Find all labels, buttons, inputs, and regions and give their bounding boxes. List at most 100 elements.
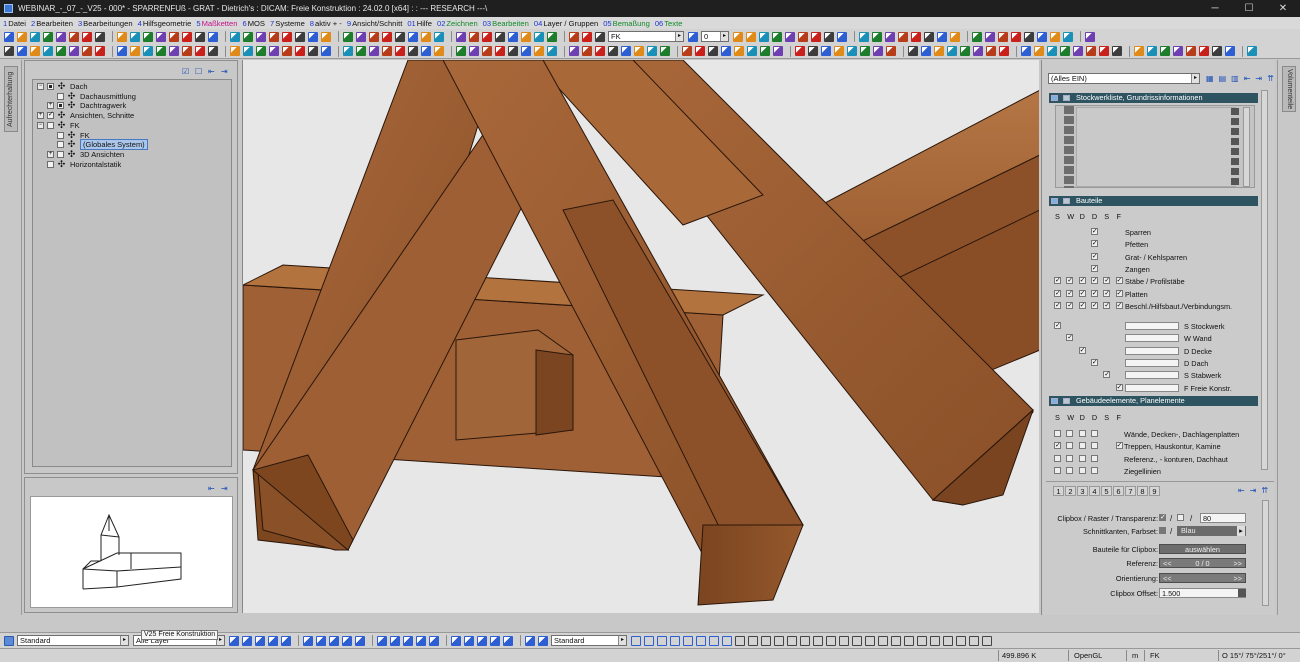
toolbar-tool-icon[interactable] xyxy=(582,46,592,56)
toolbar-tool-icon[interactable] xyxy=(382,31,392,42)
tree-checkbox[interactable] xyxy=(57,141,64,149)
toolbar-tool-icon[interactable] xyxy=(434,46,444,56)
draw-tool-icon[interactable] xyxy=(839,635,849,646)
toolbar-tool-icon[interactable] xyxy=(721,46,731,56)
pin-icon[interactable]: ⇤ xyxy=(208,68,216,76)
toolbar-tool-icon[interactable] xyxy=(269,46,279,56)
stockwerk-list[interactable] xyxy=(1055,105,1255,188)
toolbar-tool-icon[interactable] xyxy=(525,635,535,646)
tree-item[interactable]: ✣ Horizontalstatik xyxy=(37,159,121,169)
visibility-checkbox[interactable] xyxy=(1054,277,1061,285)
toolbar-tool-icon[interactable] xyxy=(269,31,279,42)
visibility-checkbox[interactable] xyxy=(1090,277,1098,285)
layer-color-field[interactable] xyxy=(1125,322,1179,330)
tree-item[interactable]: − ✣ FK xyxy=(37,120,80,130)
toolbar-tool-icon[interactable] xyxy=(130,46,140,56)
toolbar-tool-icon[interactable] xyxy=(595,31,605,42)
toolbar-tool-icon[interactable] xyxy=(508,31,518,42)
toolbar-tool-icon[interactable] xyxy=(885,31,895,42)
tree-item[interactable]: − ✣ Dach xyxy=(37,82,88,91)
toolbar-tool-icon[interactable] xyxy=(117,31,127,42)
number-tab-5[interactable]: 5 xyxy=(1101,486,1112,496)
toolbar-tool-icon[interactable] xyxy=(282,31,292,42)
toolbar-tool-icon[interactable] xyxy=(734,46,744,56)
toolbar-tool-icon[interactable] xyxy=(503,635,513,646)
toolbar-tool-icon[interactable] xyxy=(1186,46,1196,56)
visibility-checkbox[interactable] xyxy=(1090,442,1098,450)
transparency-input[interactable]: 80 xyxy=(1200,513,1246,523)
offset-pick-icon[interactable] xyxy=(1238,589,1246,597)
toolbar-tool-icon[interactable] xyxy=(695,46,705,56)
tree-checkbox[interactable] xyxy=(57,102,64,110)
menu-item[interactable]: 03Bearbeiten xyxy=(483,19,529,28)
toolbar-tool-icon[interactable] xyxy=(746,31,756,42)
left-vertical-tab[interactable]: Aufrechterhaltung xyxy=(4,66,18,132)
toolbar-tool-icon[interactable] xyxy=(242,635,252,646)
toolbar-tool-icon[interactable] xyxy=(69,46,79,56)
toolbar-tool-icon[interactable] xyxy=(960,46,970,56)
menu-item[interactable]: 04Layer / Gruppen xyxy=(534,19,598,28)
clipbox-scrollbar[interactable] xyxy=(1262,500,1269,606)
toolbar-tool-icon[interactable] xyxy=(595,46,605,56)
draw-tool-icon[interactable] xyxy=(787,635,797,646)
toolbar-tool-icon[interactable] xyxy=(1063,31,1073,42)
visibility-checkbox[interactable] xyxy=(1115,277,1123,285)
toolbar-tool-icon[interactable] xyxy=(1011,31,1021,42)
toolbar-tool-icon[interactable] xyxy=(824,31,834,42)
toolbar-tool-icon[interactable] xyxy=(156,46,166,56)
toolbar-tool-icon[interactable] xyxy=(369,46,379,56)
menu-item[interactable]: 1Datei xyxy=(3,19,26,28)
filter-dropdown[interactable]: (Alles EIN) ▸ xyxy=(1048,73,1200,84)
toolbar-tool-icon[interactable] xyxy=(130,31,140,42)
toolbar-tool-icon[interactable] xyxy=(56,31,66,42)
grid-icon[interactable]: ▥ xyxy=(1231,74,1239,83)
toolbar-tool-icon[interactable] xyxy=(921,46,931,56)
offset-input[interactable]: 1.500 xyxy=(1159,588,1246,598)
number-tab-8[interactable]: 8 xyxy=(1137,486,1148,496)
toolbar-tool-icon[interactable] xyxy=(295,31,305,42)
visibility-checkbox[interactable] xyxy=(1115,289,1123,297)
toolbar-tool-icon[interactable] xyxy=(117,46,127,56)
draw-tool-icon[interactable] xyxy=(813,635,823,646)
menu-item[interactable]: 01Hilfe xyxy=(407,19,432,28)
toolbar-tool-icon[interactable] xyxy=(1212,46,1222,56)
stockwerk-scrollbar[interactable] xyxy=(1243,107,1250,187)
auswaehlen-button[interactable]: auswählen xyxy=(1159,544,1246,554)
layer-checkbox[interactable] xyxy=(1054,322,1061,329)
toolbar-tool-icon[interactable] xyxy=(208,46,218,56)
visibility-checkbox[interactable] xyxy=(1090,264,1098,272)
toolbar-tool-icon[interactable] xyxy=(195,46,205,56)
toolbar-tool-icon[interactable] xyxy=(785,31,795,42)
toolbar-tool-icon[interactable] xyxy=(1085,31,1095,42)
toolbar-tool-icon[interactable] xyxy=(355,635,365,646)
pin-icon[interactable]: ⇤ xyxy=(208,485,216,493)
layer-checkbox[interactable] xyxy=(1090,358,1098,366)
toolbar-tool-icon[interactable] xyxy=(998,31,1008,42)
menu-item[interactable]: 5Maßketten xyxy=(196,19,237,28)
minimize-button[interactable]: ─ xyxy=(1198,0,1232,17)
tree-checkbox[interactable] xyxy=(47,160,54,168)
tree-item[interactable]: ✣ FK xyxy=(47,130,90,140)
tree-item[interactable]: + ✣ Ansichten, Schnitte xyxy=(37,110,134,120)
visibility-checkbox[interactable] xyxy=(1090,252,1098,260)
toolbar-tool-icon[interactable] xyxy=(429,635,439,646)
toolbar-tool-icon[interactable] xyxy=(547,46,557,56)
layer-dropdown[interactable]: FK ▸ xyxy=(608,31,684,42)
toolbar-tool-icon[interactable] xyxy=(343,46,353,56)
draw-tool-icon[interactable] xyxy=(878,635,888,646)
toolbar-tool-icon[interactable] xyxy=(569,31,579,42)
toolbar-tool-icon[interactable] xyxy=(798,31,808,42)
toolbar-tool-icon[interactable] xyxy=(469,46,479,56)
undock-icon[interactable]: ⇥ xyxy=(1255,74,1262,83)
orientierung-next-button[interactable]: >> xyxy=(1233,574,1242,584)
draw-tool-icon[interactable] xyxy=(956,635,966,646)
draw-tool-icon[interactable] xyxy=(644,635,654,646)
draw-tool-icon[interactable] xyxy=(722,635,732,646)
toolbar-tool-icon[interactable] xyxy=(477,635,487,646)
toolbar-tool-icon[interactable] xyxy=(1060,46,1070,56)
save-icon[interactable]: ▦ xyxy=(1206,74,1214,83)
toolbar-tool-icon[interactable] xyxy=(534,31,544,42)
tree-item[interactable]: + ✣ 3D Ansichten xyxy=(47,149,124,159)
toolbar-tool-icon[interactable] xyxy=(569,46,579,56)
toolbar-tool-icon[interactable] xyxy=(1050,31,1060,42)
